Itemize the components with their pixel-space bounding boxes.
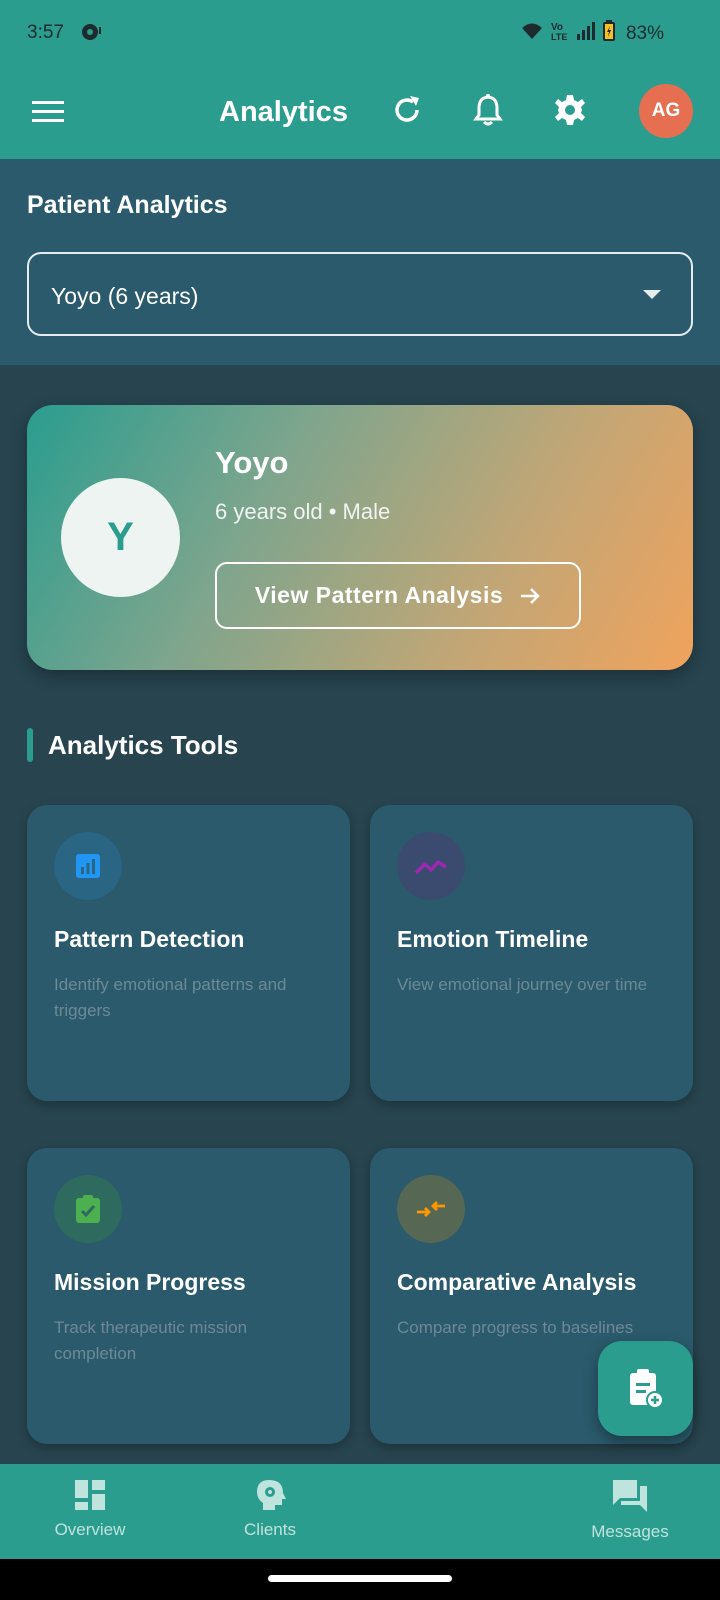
chat-icon: [613, 1480, 647, 1512]
hamburger-icon: [32, 101, 64, 122]
dropdown-arrow-icon: [643, 290, 661, 299]
nav-overview[interactable]: Overview: [20, 1478, 160, 1540]
patient-dropdown[interactable]: Yoyo (6 years): [27, 252, 693, 336]
notifications-button[interactable]: [468, 90, 508, 130]
bar-chart-icon: [54, 832, 122, 900]
patient-avatar: Y: [61, 478, 180, 597]
compare-arrows-icon: [397, 1175, 465, 1243]
page-title: Analytics: [219, 96, 348, 128]
home-gesture-handle[interactable]: [268, 1575, 452, 1582]
tool-card-pattern-detection[interactable]: Pattern Detection Identify emotional pat…: [27, 805, 350, 1101]
battery-icon: [602, 20, 616, 48]
signal-icon: [576, 21, 596, 47]
button-label: View Pattern Analysis: [254, 582, 504, 608]
tool-card-emotion-timeline[interactable]: Emotion Timeline View emotional journey …: [370, 805, 693, 1101]
view-pattern-analysis-button[interactable]: View Pattern Analysis: [215, 562, 581, 629]
tool-description: Identify emotional patterns and triggers: [54, 975, 287, 1020]
app-bar: Analytics AG: [0, 64, 720, 159]
nav-label: Clients: [244, 1520, 296, 1539]
patient-name: Yoyo: [215, 445, 289, 480]
arrow-right-icon: [521, 587, 540, 604]
notification-status-icon: [80, 22, 102, 48]
head-gear-icon: [257, 1480, 286, 1510]
status-time: 3:57: [27, 22, 64, 43]
heading-accent-bar: [27, 728, 33, 762]
tool-description: View emotional journey over time: [397, 975, 648, 994]
settings-button[interactable]: [550, 90, 590, 130]
refresh-button[interactable]: [387, 90, 427, 130]
system-nav-bar: [0, 1559, 720, 1600]
gear-icon: [555, 95, 585, 125]
tool-card-mission-progress[interactable]: Mission Progress Track therapeutic missi…: [27, 1148, 350, 1444]
nav-label: Overview: [54, 1520, 126, 1539]
tool-title: Emotion Timeline: [397, 926, 589, 952]
tools-heading-text: Analytics Tools: [48, 729, 239, 760]
menu-button[interactable]: [28, 92, 68, 132]
user-avatar[interactable]: AG: [639, 84, 693, 138]
volte-icon: Vo LTE: [550, 20, 570, 48]
clipboard-add-icon: [629, 1368, 664, 1409]
tools-heading: Analytics Tools: [27, 728, 238, 762]
svg-text:LTE: LTE: [551, 32, 567, 42]
nav-messages[interactable]: Messages: [560, 1478, 700, 1542]
bell-icon: [473, 94, 503, 126]
tool-description: Compare progress to baselines: [397, 1318, 634, 1337]
tool-title: Comparative Analysis: [397, 1269, 637, 1295]
tool-title: Mission Progress: [54, 1269, 246, 1295]
tool-description: Track therapeutic mission completion: [54, 1318, 248, 1363]
nav-label: Messages: [591, 1522, 669, 1541]
battery-percentage: 83%: [625, 23, 664, 44]
bottom-navigation: Overview Clients Messages: [0, 1464, 720, 1559]
clipboard-check-icon: [54, 1175, 122, 1243]
add-report-fab[interactable]: [598, 1341, 693, 1436]
wifi-icon: [520, 21, 544, 47]
dashboard-icon: [75, 1480, 105, 1510]
status-bar: 3:57 Vo LTE 83%: [0, 0, 720, 64]
section-heading: Patient Analytics: [27, 191, 228, 219]
patient-selector-section: Patient Analytics Yoyo (6 years): [0, 159, 720, 365]
nav-clients[interactable]: Clients: [200, 1478, 340, 1540]
refresh-icon: [395, 96, 419, 122]
patient-card: Y Yoyo 6 years old • Male View Pattern A…: [27, 405, 693, 670]
trend-line-icon: [397, 832, 465, 900]
tool-title: Pattern Detection: [54, 926, 245, 952]
patient-details: 6 years old • Male: [215, 499, 391, 524]
dropdown-value: Yoyo (6 years): [51, 283, 199, 309]
